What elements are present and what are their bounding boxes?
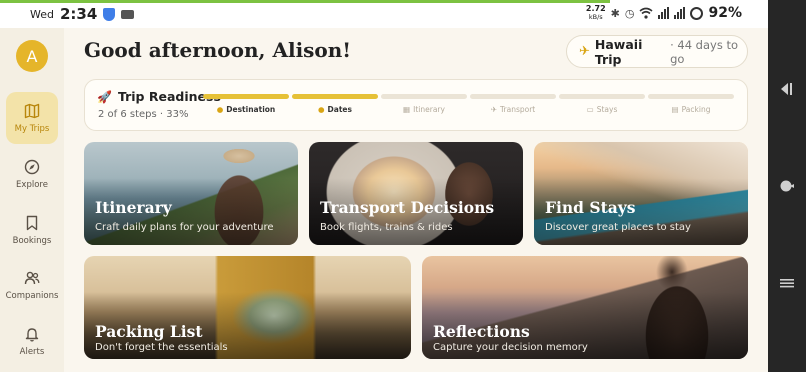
transport-decisions-card[interactable]: Transport Decisions Book flights, trains… xyxy=(309,142,523,245)
step-progress-bar xyxy=(559,94,645,99)
packing-list-card[interactable]: Packing List Don't forget the essentials xyxy=(84,256,411,359)
sidebar-item-explore[interactable]: Explore xyxy=(6,148,58,200)
sidebar: A My Trips Explore Bookings Companions A… xyxy=(0,28,64,372)
sidebar-item-my-trips[interactable]: My Trips xyxy=(6,92,58,144)
itinerary-card[interactable]: Itinerary Craft daily plans for your adv… xyxy=(84,142,298,245)
tile-title: Itinerary xyxy=(95,198,172,217)
sidebar-item-companions[interactable]: Companions xyxy=(6,259,58,311)
sidebar-item-label: My Trips xyxy=(14,123,50,134)
page-load-progress xyxy=(0,0,610,3)
step-label: Dates xyxy=(327,105,352,114)
status-time: 2:34 xyxy=(59,5,98,23)
tile-title: Reflections xyxy=(433,322,530,341)
step-stays[interactable]: ▭ Stays xyxy=(559,94,645,114)
network-speed-value: 2.72 xyxy=(585,4,606,13)
video-camera-icon xyxy=(121,9,135,19)
tile-subtitle: Don't forget the essentials xyxy=(95,342,228,353)
bluetooth-icon: ✱ xyxy=(610,6,620,20)
step-label: Destination xyxy=(226,105,276,114)
sidebar-item-bookings[interactable]: Bookings xyxy=(6,204,58,256)
trip-countdown: · 44 days to go xyxy=(670,37,739,66)
step-label: Packing xyxy=(681,105,711,114)
step-transport[interactable]: ✈ Transport xyxy=(470,94,556,114)
tile-subtitle: Craft daily plans for your adventure xyxy=(95,222,274,233)
battery-icon xyxy=(690,6,704,20)
wifi-icon xyxy=(639,7,653,19)
status-day: Wed xyxy=(30,7,54,21)
find-stays-card[interactable]: Find Stays Discover great places to stay xyxy=(534,142,748,245)
step-label: Stays xyxy=(596,105,618,114)
step-label: Itinerary xyxy=(413,105,445,114)
rocket-icon: 🚀 xyxy=(97,89,112,104)
status-bar: Wed 2:34 2.72 kB/s ✱ ◷ 92% xyxy=(0,0,768,28)
calendar-icon: ▦ xyxy=(403,105,411,114)
trip-name: Hawaii Trip xyxy=(594,36,643,67)
tile-subtitle: Discover great places to stay xyxy=(545,222,691,233)
step-label: Transport xyxy=(500,105,536,114)
tile-title: Find Stays xyxy=(545,198,636,217)
tile-title: Packing List xyxy=(95,322,203,341)
sidebar-item-label: Bookings xyxy=(12,235,52,246)
step-destination[interactable]: ● Destination xyxy=(203,94,289,114)
step-progress-bar xyxy=(292,94,378,99)
tile-subtitle: Book flights, trains & rides xyxy=(320,222,453,233)
bookmark-icon xyxy=(26,215,38,230)
trip-selector-button[interactable]: ✈ Hawaii Trip · 44 days to go xyxy=(566,35,748,68)
step-progress-bar xyxy=(381,94,467,99)
signal-icon-secondary xyxy=(674,7,686,19)
trip-readiness-card: 🚀 Trip Readiness 2 of 6 steps · 33% ● Des… xyxy=(84,79,748,131)
assistant-icon[interactable] xyxy=(779,179,795,193)
readiness-steps: ● Destination ● Dates ▦ Itinerary ✈ Transpor… xyxy=(203,94,734,114)
page-title: Good afternoon, Alison! xyxy=(84,38,352,62)
system-navigation-bar xyxy=(768,0,806,372)
battery-percent: 92% xyxy=(708,5,742,21)
users-icon xyxy=(24,271,40,284)
check-circle-icon: ● xyxy=(216,105,224,114)
step-dates[interactable]: ● Dates xyxy=(292,94,378,114)
network-speed-unit: kB/s xyxy=(588,13,603,21)
step-progress-bar xyxy=(648,94,734,99)
step-progress-bar xyxy=(470,94,556,99)
avatar[interactable]: A xyxy=(16,40,48,72)
map-icon xyxy=(24,103,40,118)
bed-icon: ▭ xyxy=(586,105,594,114)
reflections-card[interactable]: Reflections Capture your decision memory xyxy=(422,256,748,359)
sidebar-item-label: Explore xyxy=(16,179,48,190)
suitcase-icon: ▤ xyxy=(671,105,679,114)
step-packing[interactable]: ▤ Packing xyxy=(648,94,734,114)
airplane-icon: ✈ xyxy=(490,105,498,114)
menu-icon[interactable] xyxy=(779,276,795,290)
compass-icon xyxy=(24,159,40,174)
signal-icon xyxy=(658,7,670,19)
check-circle-icon: ● xyxy=(318,105,325,114)
tile-subtitle: Capture your decision memory xyxy=(433,342,588,353)
app-screen: Wed 2:34 2.72 kB/s ✱ ◷ 92% A My Trips Ex… xyxy=(0,0,768,372)
bell-icon xyxy=(25,327,39,341)
back-icon[interactable] xyxy=(779,82,795,96)
network-speed: 2.72 kB/s xyxy=(585,4,606,22)
shield-icon xyxy=(103,7,116,21)
sidebar-item-alerts[interactable]: Alerts xyxy=(6,315,58,367)
readiness-summary: 2 of 6 steps · 33% xyxy=(98,109,189,120)
airplane-icon: ✈ xyxy=(579,44,590,59)
sidebar-item-label: Alerts xyxy=(19,346,45,357)
step-itinerary[interactable]: ▦ Itinerary xyxy=(381,94,467,114)
sidebar-item-label: Companions xyxy=(5,290,59,301)
step-progress-bar xyxy=(203,94,289,99)
tile-title: Transport Decisions xyxy=(320,198,495,217)
alarm-icon: ◷ xyxy=(624,6,635,20)
